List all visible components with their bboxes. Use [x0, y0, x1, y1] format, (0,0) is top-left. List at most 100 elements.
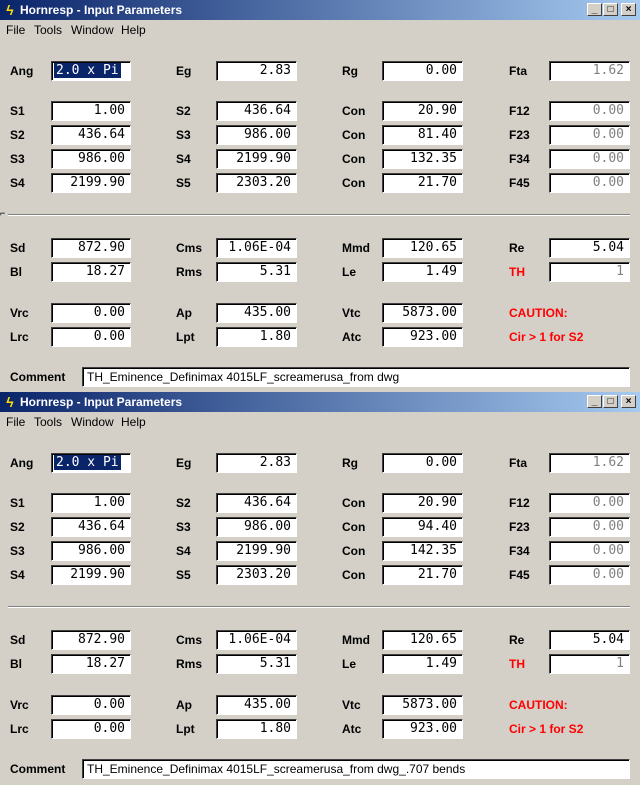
vrc-field[interactable]: 0.00 — [51, 303, 131, 323]
f23-field[interactable]: 0.00 — [549, 125, 630, 145]
rg-field[interactable]: 0.00 — [382, 61, 463, 81]
atc-field[interactable]: 923.00 — [382, 719, 463, 739]
s5-field[interactable]: 2303.20 — [216, 173, 297, 193]
s3-field[interactable]: 986.00 — [216, 125, 297, 145]
menu-help[interactable]: Help — [121, 415, 146, 429]
lrc-field[interactable]: 0.00 — [51, 719, 131, 739]
s1-field[interactable]: 1.00 — [51, 101, 131, 121]
lrc-field[interactable]: 0.00 — [51, 327, 131, 347]
con-field[interactable]: 81.40 — [382, 125, 463, 145]
lpt-field[interactable]: 1.80 — [216, 327, 297, 347]
s2-field[interactable]: 436.64 — [216, 101, 297, 121]
cms-field[interactable]: 1.06E-04 — [216, 238, 297, 258]
re-field[interactable]: 5.04 — [549, 238, 630, 258]
f23-field[interactable]: 0.00 — [549, 517, 630, 537]
s5-field[interactable]: 2303.20 — [216, 565, 297, 585]
sd-field[interactable]: 872.90 — [51, 238, 131, 258]
cms-label: Cms — [176, 633, 203, 647]
ap-field[interactable]: 435.00 — [216, 695, 297, 715]
le-field[interactable]: 1.49 — [382, 262, 463, 282]
lightning-icon[interactable]: ϟ — [3, 1, 17, 19]
cms-field[interactable]: 1.06E-04 — [216, 630, 297, 650]
menu-file[interactable]: File — [6, 23, 25, 37]
maximize-button[interactable]: □ — [603, 395, 618, 408]
close-button[interactable]: × — [621, 3, 636, 16]
f34-field[interactable]: 0.00 — [549, 149, 630, 169]
lpt-label: Lpt — [176, 330, 195, 344]
rms-field[interactable]: 5.31 — [216, 654, 297, 674]
s3-field[interactable]: 986.00 — [51, 541, 131, 561]
menu-file[interactable]: File — [6, 415, 25, 429]
f45-field[interactable]: 0.00 — [549, 173, 630, 193]
s4-field[interactable]: 2199.90 — [216, 149, 297, 169]
eg-field[interactable]: 2.83 — [216, 61, 297, 81]
rms-label: Rms — [176, 265, 203, 279]
mmd-field[interactable]: 120.65 — [382, 238, 463, 258]
vrc-label: Vrc — [10, 698, 29, 712]
ap-field[interactable]: 435.00 — [216, 303, 297, 323]
menu-window[interactable]: Window — [71, 23, 114, 37]
s3-field[interactable]: 986.00 — [51, 149, 131, 169]
vrc-field[interactable]: 0.00 — [51, 695, 131, 715]
rms-field[interactable]: 5.31 — [216, 262, 297, 282]
comment-field[interactable]: TH_Eminence_Definimax 4015LF_screamerusa… — [82, 367, 630, 387]
s2-field[interactable]: 436.64 — [51, 125, 131, 145]
s1-label: S1 — [10, 104, 25, 118]
ap-label: Ap — [176, 698, 192, 712]
con-field[interactable]: 20.90 — [382, 101, 463, 121]
bl-field[interactable]: 18.27 — [51, 654, 131, 674]
close-button[interactable]: × — [621, 395, 636, 408]
s2-field[interactable]: 436.64 — [51, 517, 131, 537]
con-field[interactable]: 21.70 — [382, 565, 463, 585]
menu-tools[interactable]: Tools — [34, 23, 62, 37]
s3-label: S3 — [10, 544, 25, 558]
title-bar[interactable]: ϟ Hornresp - Input Parameters _ □ × — [0, 392, 640, 412]
con-field[interactable]: 132.35 — [382, 149, 463, 169]
rg-field[interactable]: 0.00 — [382, 453, 463, 473]
menu-window[interactable]: Window — [71, 415, 114, 429]
eg-field[interactable]: 2.83 — [216, 453, 297, 473]
bl-field[interactable]: 18.27 — [51, 262, 131, 282]
s1-label: S1 — [10, 496, 25, 510]
title-bar[interactable]: ϟ Hornresp - Input Parameters _ □ × — [0, 0, 640, 20]
f12-field[interactable]: 0.00 — [549, 101, 630, 121]
re-field[interactable]: 5.04 — [549, 630, 630, 650]
s4-field[interactable]: 2199.90 — [216, 541, 297, 561]
f23-label: F23 — [509, 128, 530, 142]
le-field[interactable]: 1.49 — [382, 654, 463, 674]
menu-help[interactable]: Help — [121, 23, 146, 37]
minimize-button[interactable]: _ — [587, 3, 602, 16]
con-field[interactable]: 94.40 — [382, 517, 463, 537]
comment-field[interactable]: TH_Eminence_Definimax 4015LF_screamerusa… — [82, 759, 630, 779]
th-field[interactable]: 1 — [549, 262, 630, 282]
section-divider — [8, 606, 630, 608]
fta-field[interactable]: 1.62 — [549, 453, 630, 473]
menu-tools[interactable]: Tools — [34, 415, 62, 429]
s4-field[interactable]: 2199.90 — [51, 173, 131, 193]
mmd-field[interactable]: 120.65 — [382, 630, 463, 650]
s3-field[interactable]: 986.00 — [216, 517, 297, 537]
vtc-field[interactable]: 5873.00 — [382, 695, 463, 715]
s4-field[interactable]: 2199.90 — [51, 565, 131, 585]
s2-field[interactable]: 436.64 — [216, 493, 297, 513]
sd-field[interactable]: 872.90 — [51, 630, 131, 650]
lpt-field[interactable]: 1.80 — [216, 719, 297, 739]
s4-label: S4 — [176, 152, 191, 166]
ang-field[interactable]: 2.0 x Pi — [51, 453, 131, 473]
s1-field[interactable]: 1.00 — [51, 493, 131, 513]
resize-grip-icon[interactable]: ⌐ — [0, 209, 5, 218]
fta-field[interactable]: 1.62 — [549, 61, 630, 81]
f34-field[interactable]: 0.00 — [549, 541, 630, 561]
f12-field[interactable]: 0.00 — [549, 493, 630, 513]
vtc-field[interactable]: 5873.00 — [382, 303, 463, 323]
th-field[interactable]: 1 — [549, 654, 630, 674]
con-field[interactable]: 20.90 — [382, 493, 463, 513]
lightning-icon[interactable]: ϟ — [3, 393, 17, 411]
f45-field[interactable]: 0.00 — [549, 565, 630, 585]
atc-field[interactable]: 923.00 — [382, 327, 463, 347]
ang-field[interactable]: 2.0 x Pi — [51, 61, 131, 81]
maximize-button[interactable]: □ — [603, 3, 618, 16]
con-field[interactable]: 142.35 — [382, 541, 463, 561]
con-field[interactable]: 21.70 — [382, 173, 463, 193]
minimize-button[interactable]: _ — [587, 395, 602, 408]
